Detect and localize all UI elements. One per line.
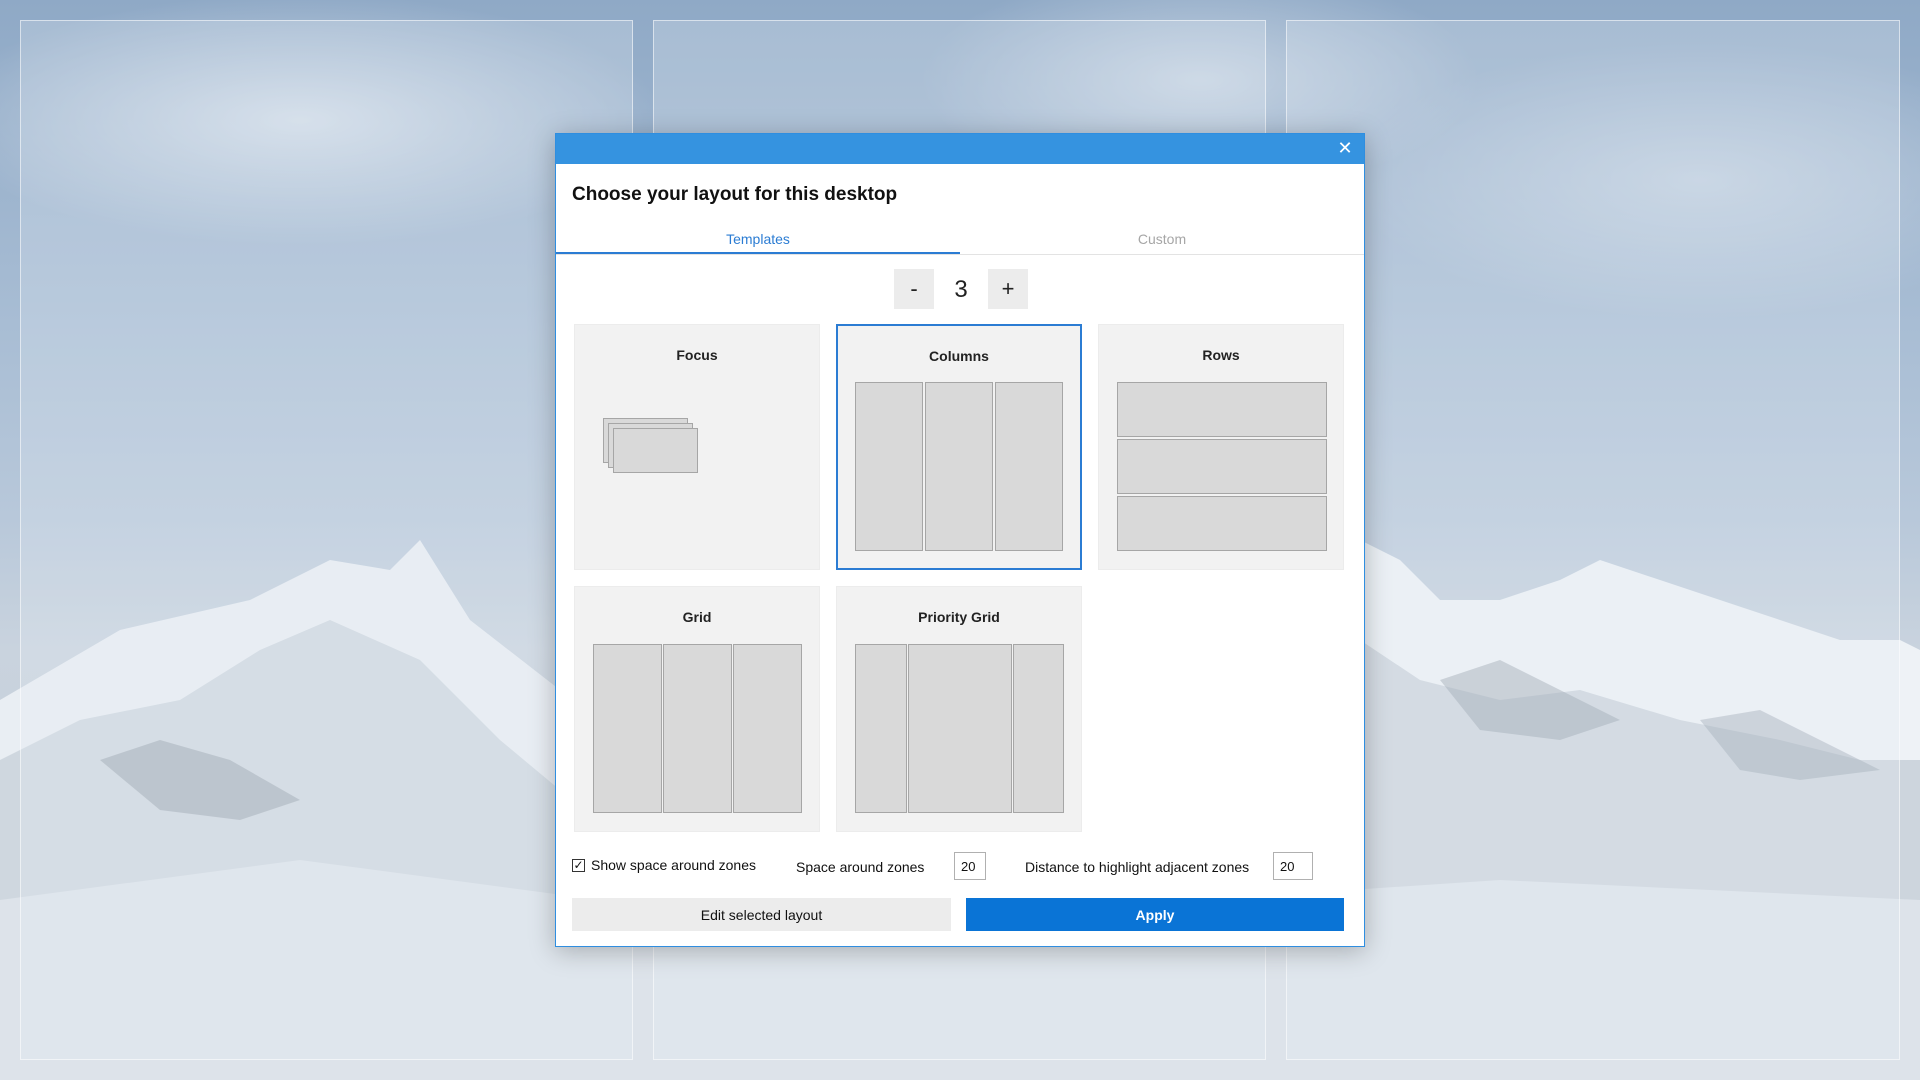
zone-settings-row: ✓ Show space around zones Space around z…	[572, 852, 1352, 882]
layout-editor-dialog: ✕ Choose your layout for this desktop Te…	[555, 133, 1365, 947]
tab-custom[interactable]: Custom	[960, 228, 1364, 252]
template-card-title: Columns	[929, 348, 989, 364]
zone-preview	[995, 382, 1063, 551]
template-card-priority-grid[interactable]: Priority Grid	[836, 586, 1082, 832]
template-card-focus[interactable]: Focus	[574, 324, 820, 570]
tab-bar: Templates Custom	[556, 228, 1364, 255]
tab-templates[interactable]: Templates	[556, 228, 960, 254]
template-card-title: Grid	[682, 609, 712, 625]
increase-zones-button[interactable]: +	[988, 269, 1028, 309]
highlight-distance-label: Distance to highlight adjacent zones	[1025, 859, 1250, 875]
highlight-distance-input[interactable]	[1273, 852, 1313, 880]
close-icon[interactable]: ✕	[1334, 139, 1356, 159]
zone-preview	[1117, 439, 1327, 494]
zone-preview-overlay	[1286, 20, 1900, 1060]
dialog-titlebar: ✕	[556, 134, 1364, 164]
zone-preview	[1117, 496, 1327, 551]
template-card-title: Focus	[676, 347, 718, 363]
template-card-title: Rows	[1202, 347, 1240, 363]
space-around-zones-label: Space around zones	[796, 859, 925, 875]
zone-preview	[663, 644, 732, 813]
show-space-checkbox[interactable]: ✓	[572, 859, 585, 872]
template-card-rows[interactable]: Rows	[1098, 324, 1344, 570]
zone-preview-overlay	[20, 20, 633, 1060]
template-card-columns[interactable]: Columns	[836, 324, 1082, 570]
template-card-grid[interactable]: Grid	[574, 586, 820, 832]
show-space-label: Show space around zones	[591, 857, 756, 873]
template-card-title: Priority Grid	[918, 609, 1000, 625]
dialog-title: Choose your layout for this desktop	[572, 184, 898, 205]
zone-preview	[908, 644, 1012, 813]
edit-selected-layout-button[interactable]: Edit selected layout	[572, 898, 951, 931]
zone-preview	[613, 428, 698, 473]
zone-preview	[1117, 382, 1327, 437]
zone-preview	[855, 382, 923, 551]
zone-preview	[733, 644, 802, 813]
zone-preview	[1013, 644, 1064, 813]
zone-count-value: 3	[954, 276, 968, 303]
decrease-zones-button[interactable]: -	[894, 269, 934, 309]
zone-count-stepper: - 3 +	[894, 269, 1028, 309]
apply-button[interactable]: Apply	[966, 898, 1344, 931]
space-around-zones-input[interactable]	[954, 852, 986, 880]
zone-preview	[855, 644, 907, 813]
zone-preview	[925, 382, 993, 551]
zone-preview	[593, 644, 662, 813]
